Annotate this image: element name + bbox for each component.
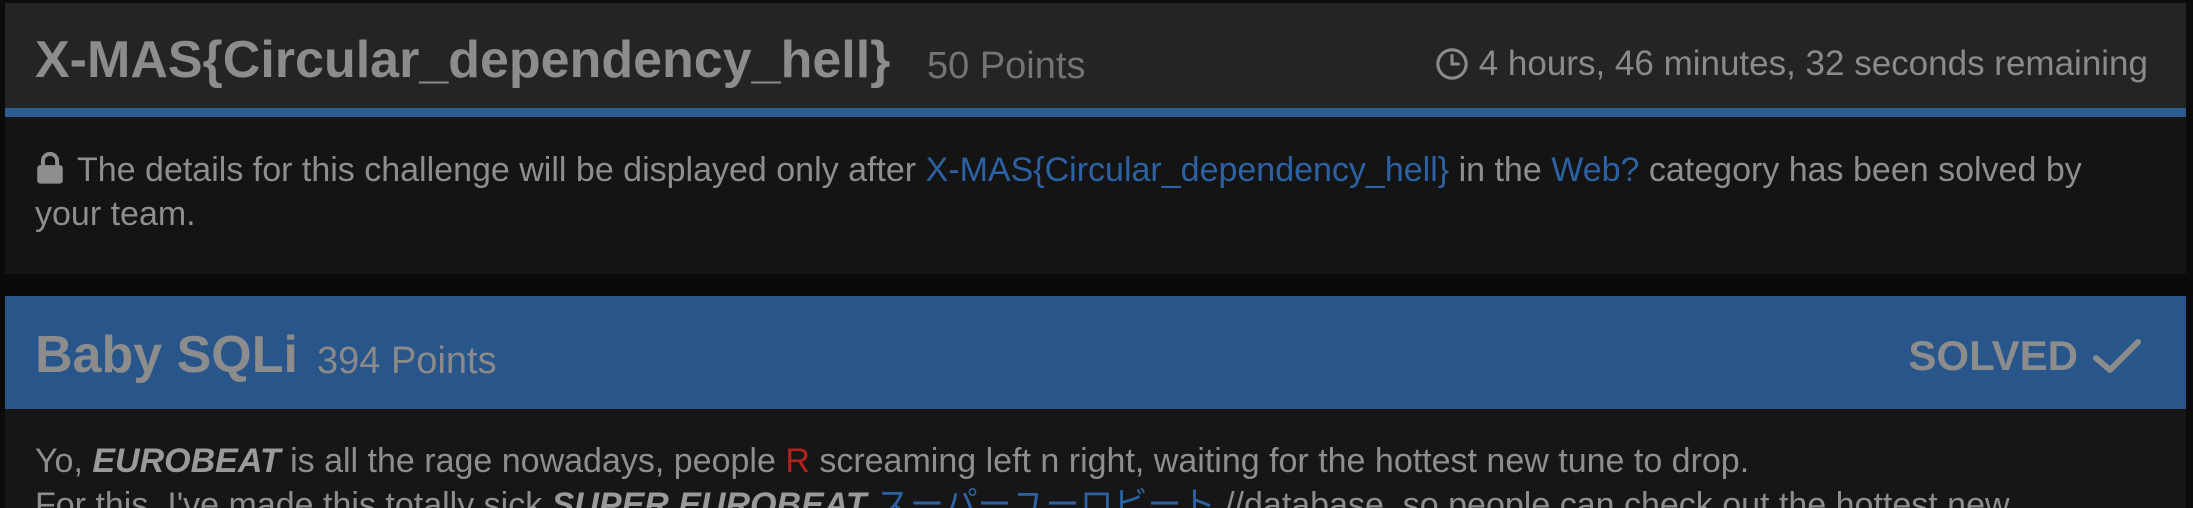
lock-icon [37,151,63,184]
challenges-page: X-MAS{Circular_dependency_hell} 50 Point… [0,0,2193,508]
description-highlight: R [785,442,810,480]
description-text: Yo, [35,442,83,480]
clock-icon [1435,48,1468,80]
locked-message-middle: in the [1458,151,1542,189]
card-separator [0,274,2193,296]
challenge-title: X-MAS{Circular_dependency_hell} [35,31,891,89]
category-link[interactable]: Web? [1551,151,1639,189]
description-text: screaming left n right, waiting for the … [819,442,1750,480]
solved-badge: SOLVED [1908,328,2142,384]
challenge-header[interactable]: X-MAS{Circular_dependency_hell} 50 Point… [5,3,2186,117]
description-emphasis: SUPER EUROBEAT [551,486,867,508]
challenge-card-locked: X-MAS{Circular_dependency_hell} 50 Point… [5,3,2186,274]
description-text: //database, so people can check out the … [1225,486,2010,508]
challenge-description: Yo, EUROBEAT is all the rage nowadays, p… [35,439,2165,508]
locked-message-prefix: The details for this challenge will be d… [77,151,917,189]
timer-text: 4 hours, 46 minutes, 32 seconds remainin… [1478,44,2148,83]
challenge-points: 394 Points [317,340,497,382]
challenge-card-solved: Baby SQLi 394 Points SOLVED Yo, EUROBEAT… [5,296,2186,508]
description-line-1: Yo, EUROBEAT is all the rage nowadays, p… [35,439,2165,483]
description-text: For this, I've made this totally sick [35,486,543,508]
check-icon [2093,339,2141,373]
description-line-2: For this, I've made this totally sick SU… [35,483,2165,508]
challenge-header[interactable]: Baby SQLi 394 Points SOLVED [5,296,2186,409]
challenge-points: 50 Points [927,45,1086,87]
description-text: is all the rage nowadays, people [290,442,776,480]
locked-message: The details for this challenge will be d… [35,148,2155,236]
challenge-title: Baby SQLi [35,326,298,384]
dependency-challenge-link[interactable]: X-MAS{Circular_dependency_hell} [926,151,1450,189]
countdown-timer: 4 hours, 46 minutes, 32 seconds remainin… [1435,41,2148,87]
solved-label: SOLVED [1908,332,2078,379]
description-emphasis: EUROBEAT [92,442,281,480]
description-link[interactable]: スーパーユーロビート [876,486,1216,508]
